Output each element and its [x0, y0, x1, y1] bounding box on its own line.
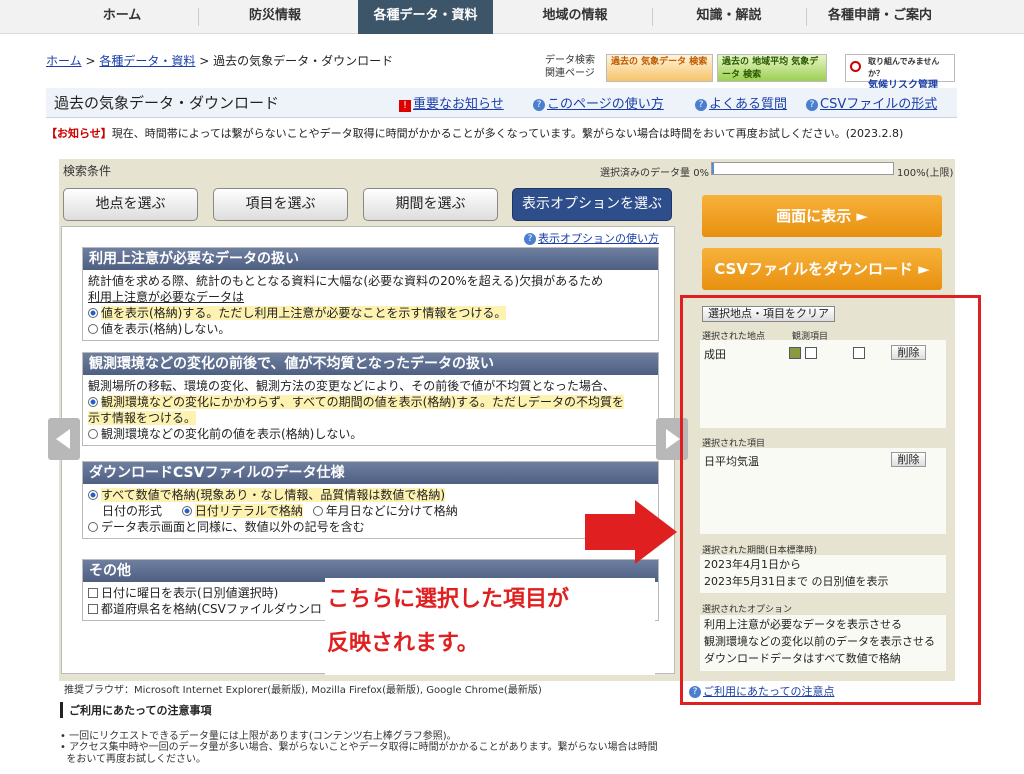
callout-line: こちらに選択した項目が	[327, 587, 570, 612]
selected-station: 成田	[704, 348, 726, 361]
global-nav: ホーム 防災情報 各種データ・資料 地域の情報 知識・解説 各種申請・ご案内	[0, 0, 1024, 34]
help-icon: ?	[689, 686, 701, 698]
breadcrumb-home[interactable]: ホーム	[46, 54, 82, 68]
clear-selection-button[interactable]: 選択地点・項目をクリア	[702, 306, 835, 322]
breadcrumb-data[interactable]: 各種データ・資料	[99, 54, 195, 68]
umbrella-icon	[805, 347, 817, 359]
radio-caution-show[interactable]: 値を表示(格納)する。ただし利用上注意が必要なことを示す情報をつける。	[88, 305, 653, 321]
selected-item: 日平均気温	[704, 455, 759, 468]
selected-option: 観測環境などの変化以前のデータを表示させる	[704, 635, 935, 648]
breadcrumb-current: 過去の気象データ・ダウンロード	[213, 54, 394, 68]
selected-period-box: 2023年4月1日から 2023年5月31日まで の日別値を表示	[700, 555, 946, 593]
selected-option: 利用上注意が必要なデータを表示させる	[704, 618, 902, 631]
sunshine-icon	[853, 347, 865, 359]
tab-display-options[interactable]: 表示オプションを選ぶ	[512, 188, 672, 221]
section-csv-spec: ダウンロードCSVファイルのデータ仕様 すべて数値で格納(現象あり・なし情報、品…	[82, 461, 659, 539]
page-howto-link[interactable]: ? このページの使い方	[533, 93, 664, 112]
section-desc: 利用上注意が必要なデータは	[88, 290, 245, 304]
section-desc: 観測場所の移転、環境の変化、観測方法の変更などにより、その前後で値が不均質となっ…	[88, 379, 615, 393]
element-header: 観測項目	[792, 332, 829, 342]
breadcrumb-sep: >	[199, 54, 210, 68]
selected-station-header: 選択された地点	[702, 332, 766, 342]
recommended-browsers: 推奨ブラウザ：Microsoft Internet Explorer(最新版),…	[64, 685, 542, 696]
section-title: 観測環境などの変化の前後で、値が不均質となったデータの扱い	[83, 353, 658, 375]
usage-notes-link[interactable]: ? ご利用にあたっての注意点	[689, 683, 834, 699]
breadcrumb-sep: >	[85, 54, 96, 68]
regional-avg-search-banner[interactable]: 過去の 地域平均 気象データ 検索	[717, 54, 827, 82]
arrow-right-icon	[666, 429, 680, 449]
nav-data[interactable]: 各種データ・資料	[358, 0, 493, 34]
radio-date-split[interactable]: 年月日などに分けて格納	[312, 504, 458, 518]
section-caution-data: 利用上注意が必要なデータの扱い 統計値を求める際、統計のもととなる資料に大幅な(…	[82, 247, 659, 341]
data-qty-label: 選択済みのデータ量 0%	[600, 168, 710, 179]
radio-inhomog-hide[interactable]: 観測環境などの変化前の値を表示(格納)しない。	[88, 426, 653, 442]
section-desc: 統計値を求める際、統計のもととなる資料に大幅な(必要な資料の20%を超える)欠損…	[88, 274, 604, 288]
selected-options-box: 利用上注意が必要なデータを表示させる 観測環境などの変化以前のデータを表示させる…	[700, 615, 946, 671]
section-title: 利用上注意が必要なデータの扱い	[83, 248, 658, 270]
period-from: 2023年4月1日から	[704, 558, 801, 571]
note-item: • アクセス集中時や一回のデータ量が多い場合、繋がらないことやデータ取得に時間が…	[60, 742, 658, 765]
breadcrumb: ホーム > 各種データ・資料 > 過去の気象データ・ダウンロード	[46, 52, 393, 69]
selected-option: ダウンロードデータはすべて数値で格納	[704, 652, 901, 665]
nav-apply[interactable]: 各種申請・ご案内	[815, 0, 945, 34]
download-csv-button[interactable]: CSVファイルをダウンロード ►	[702, 248, 942, 290]
radio-date-literal[interactable]: 日付リテラルで格納	[181, 504, 303, 518]
data-qty-fill	[712, 163, 714, 174]
radio-inhomog-show-all[interactable]: 観測環境などの変化にかかわらず、すべての期間の値を表示(格納)する。ただしデータ…	[88, 394, 653, 426]
arrow-left-icon	[56, 429, 70, 449]
notice-banner: 【お知らせ】現在、時間帯によっては繋がらないことやデータ取得に時間がかかることが…	[46, 125, 903, 141]
selected-options-header: 選択されたオプション	[702, 605, 793, 615]
csv-format-link[interactable]: ? CSVファイルの形式	[806, 93, 937, 112]
help-icon: ?	[695, 99, 707, 111]
tab-station[interactable]: 地点を選ぶ	[63, 188, 198, 221]
arrow-right-icon	[585, 500, 677, 564]
page-title: 過去の気象データ・ダウンロード	[54, 94, 280, 112]
past-data-search-banner[interactable]: 過去の 気象データ 検索	[606, 54, 713, 82]
nav-local[interactable]: 地域の情報	[510, 0, 640, 34]
help-icon: ?	[806, 99, 818, 111]
help-icon: ?	[524, 233, 536, 245]
temperature-icon	[789, 347, 801, 359]
climate-risk-banner[interactable]: 取り組んでみませんか？ 気候リスク管理	[845, 54, 955, 91]
nav-disaster[interactable]: 防災情報	[210, 0, 340, 34]
data-qty-max: 100%(上限)	[897, 168, 954, 179]
prev-arrow-button[interactable]	[48, 418, 80, 460]
section-title: ダウンロードCSVファイルのデータ仕様	[83, 462, 658, 484]
faq-link[interactable]: ? よくある質問	[695, 93, 787, 112]
radio-csv-numeric[interactable]: すべて数値で格納(現象あり・なし情報、品質情報は数値で格納)	[88, 487, 653, 503]
magnifier-icon	[850, 61, 861, 72]
options-help-link[interactable]: ? 表示オプションの使い方	[524, 230, 659, 246]
notice-text: 現在、時間帯によっては繋がらないことやデータ取得に時間がかかることが多くなってい…	[111, 127, 904, 140]
radio-csv-symbols[interactable]: データ表示画面と同様に、数値以外の記号を含む	[88, 519, 653, 535]
nav-knowledge[interactable]: 知識・解説	[664, 0, 794, 34]
date-format-label: 日付の形式	[102, 504, 163, 518]
note-item: • 一回にリクエストできるデータ量には上限があります(コンテンツ右上棒グラフ参照…	[60, 731, 457, 742]
delete-station-button[interactable]: 削除	[891, 345, 926, 360]
related-pages-label: データ検索 関連ページ	[545, 55, 595, 79]
data-qty-bar	[711, 162, 894, 175]
nav-home[interactable]: ホーム	[60, 0, 184, 34]
important-notice-link[interactable]: ! 重要なお知らせ	[399, 93, 504, 112]
help-icon: ?	[533, 99, 545, 111]
notice-tag: 【お知らせ】	[46, 127, 112, 140]
tab-period[interactable]: 期間を選ぶ	[363, 188, 498, 221]
section-inhomogeneous-data: 観測環境などの変化の前後で、値が不均質となったデータの扱い 観測場所の移転、環境…	[82, 352, 659, 446]
callout-annotation: こちらに選択した項目が 反映されます。	[325, 578, 655, 675]
search-heading: 検索条件	[63, 164, 112, 178]
show-on-screen-button[interactable]: 画面に表示 ►	[702, 195, 942, 237]
alert-icon: !	[399, 100, 411, 112]
period-to: 2023年5月31日まで の日別値を表示	[704, 575, 889, 588]
notes-title: ご利用にあたっての注意事項	[60, 702, 211, 718]
radio-caution-hide[interactable]: 値を表示(格納)しない。	[88, 321, 653, 337]
tab-element[interactable]: 項目を選ぶ	[213, 188, 348, 221]
delete-item-button[interactable]: 削除	[891, 452, 926, 467]
callout-line: 反映されます。	[327, 631, 479, 656]
